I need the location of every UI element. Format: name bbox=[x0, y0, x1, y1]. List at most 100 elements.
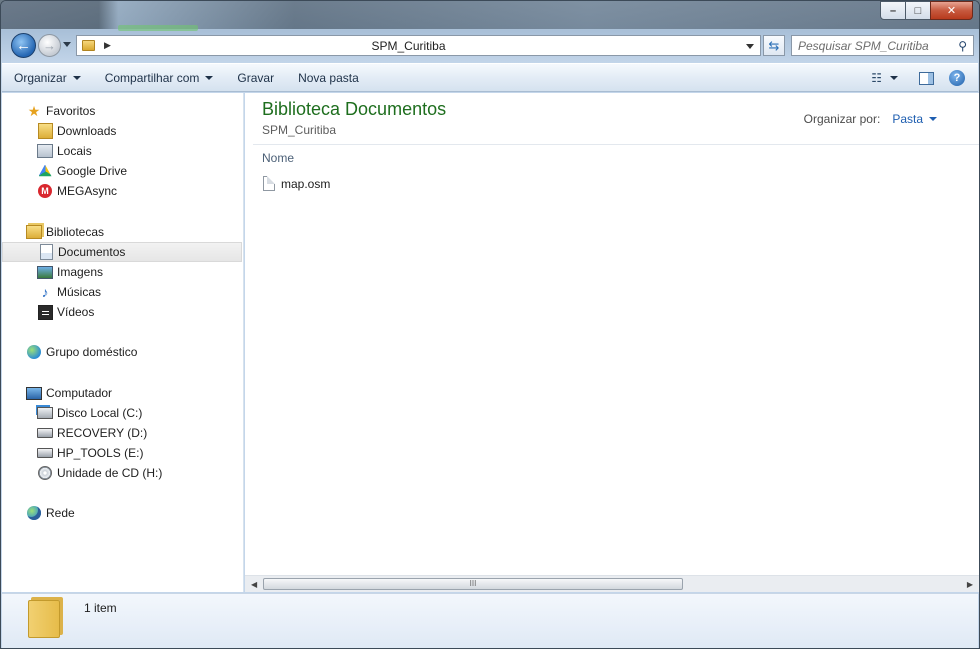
nav-cd-drive[interactable]: Unidade de CD (H:) bbox=[2, 463, 242, 483]
command-bar: Organizar Compartilhar com Gravar Nova p… bbox=[2, 63, 978, 92]
nav-network[interactable]: Rede bbox=[2, 503, 242, 523]
burn-label: Gravar bbox=[237, 70, 275, 85]
preview-pane-icon bbox=[918, 71, 934, 85]
nav-homegroup[interactable]: Grupo doméstico bbox=[2, 342, 242, 362]
organize-button[interactable]: Organizar bbox=[2, 67, 93, 89]
search-box[interactable]: ⚲ bbox=[791, 35, 974, 56]
new-folder-label: Nova pasta bbox=[298, 70, 359, 85]
preview-pane-button[interactable] bbox=[914, 67, 938, 89]
help-button[interactable]: ? bbox=[946, 67, 968, 89]
nav-label: Músicas bbox=[57, 285, 102, 299]
film-icon bbox=[37, 304, 53, 320]
image-icon bbox=[37, 264, 53, 280]
nav-label: Rede bbox=[46, 506, 75, 520]
mega-icon bbox=[37, 183, 53, 199]
nav-downloads[interactable]: Downloads bbox=[2, 121, 242, 141]
folder-icon bbox=[28, 600, 60, 638]
nav-label: Downloads bbox=[57, 124, 117, 138]
chevron-down-icon bbox=[72, 75, 81, 80]
address-row: ← → ▶ SPM_Curitiba ⇆ ⚲ bbox=[1, 31, 979, 61]
content-pane: Biblioteca Documentos SPM_Curitiba Organ… bbox=[245, 93, 979, 592]
horizontal-scrollbar[interactable]: ◀ III ▶ bbox=[245, 575, 979, 592]
drive-icon bbox=[37, 445, 53, 461]
address-path[interactable]: SPM_Curitiba bbox=[77, 39, 740, 53]
search-icon[interactable]: ⚲ bbox=[958, 39, 967, 53]
nav-label: Disco Local (C:) bbox=[57, 406, 143, 420]
nav-megasync[interactable]: MEGAsync bbox=[2, 181, 242, 201]
libraries-icon bbox=[26, 224, 42, 240]
arrange-by: Organizar por: Pasta bbox=[804, 112, 937, 126]
nav-label: Unidade de CD (H:) bbox=[57, 466, 163, 480]
nav-computer[interactable]: Computador bbox=[2, 383, 242, 403]
nav-label: MEGAsync bbox=[57, 184, 118, 198]
nav-disk-c[interactable]: Disco Local (C:) bbox=[2, 403, 242, 423]
recent-pages-dropdown[interactable] bbox=[63, 42, 71, 47]
nav-label: Documentos bbox=[58, 245, 126, 259]
address-dropdown-icon[interactable] bbox=[746, 44, 754, 49]
nav-google-drive[interactable]: Google Drive bbox=[2, 161, 242, 181]
back-button[interactable]: ← bbox=[11, 33, 36, 58]
view-list-icon: ☷ bbox=[871, 71, 882, 85]
maximize-button[interactable]: □ bbox=[905, 1, 931, 20]
search-input[interactable] bbox=[792, 36, 952, 55]
nav-label: Computador bbox=[46, 386, 113, 400]
arrow-right-icon: → bbox=[43, 38, 56, 53]
divider bbox=[253, 144, 979, 145]
recent-places-icon bbox=[37, 143, 53, 159]
caption-buttons: – □ ✕ bbox=[880, 1, 973, 20]
file-item[interactable]: map.osm bbox=[263, 176, 330, 191]
windows-drive-icon bbox=[37, 405, 53, 421]
nav-favorites[interactable]: ★ Favoritos bbox=[2, 101, 242, 121]
close-button[interactable]: ✕ bbox=[930, 1, 973, 20]
nav-label: Locais bbox=[57, 144, 92, 158]
nav-music[interactable]: ♪ Músicas bbox=[2, 282, 242, 302]
change-view-button[interactable]: ☷ bbox=[865, 67, 904, 89]
forward-button[interactable]: → bbox=[38, 34, 61, 57]
computer-icon bbox=[26, 385, 42, 401]
google-drive-icon bbox=[37, 163, 53, 179]
scrollbar-thumb[interactable]: III bbox=[263, 578, 683, 590]
nav-label: Bibliotecas bbox=[46, 225, 105, 239]
scroll-right-icon[interactable]: ▶ bbox=[967, 580, 973, 589]
network-icon bbox=[26, 505, 42, 521]
file-name: map.osm bbox=[281, 176, 331, 191]
minimize-button[interactable]: – bbox=[880, 1, 906, 20]
help-icon: ? bbox=[949, 70, 965, 86]
chevron-down-icon bbox=[890, 76, 898, 80]
address-bar[interactable]: ▶ SPM_Curitiba bbox=[76, 35, 761, 56]
item-count: 1 item bbox=[84, 601, 117, 615]
nav-locais[interactable]: Locais bbox=[2, 141, 242, 161]
organize-label: Organizar bbox=[14, 70, 67, 85]
scroll-left-icon[interactable]: ◀ bbox=[251, 580, 257, 589]
music-note-icon: ♪ bbox=[41, 284, 49, 300]
arrange-by-dropdown[interactable]: Pasta bbox=[892, 112, 937, 126]
nav-documents[interactable]: Documentos bbox=[2, 242, 242, 262]
nav-libraries[interactable]: Bibliotecas bbox=[2, 222, 242, 242]
new-folder-button[interactable]: Nova pasta bbox=[286, 67, 371, 89]
share-button[interactable]: Compartilhar com bbox=[93, 67, 226, 89]
downloads-folder-icon bbox=[37, 123, 53, 139]
nav-label: RECOVERY (D:) bbox=[57, 426, 148, 440]
library-title: Biblioteca Documentos bbox=[262, 99, 447, 119]
nav-label: HP_TOOLS (E:) bbox=[57, 446, 144, 460]
nav-videos[interactable]: Vídeos bbox=[2, 302, 242, 322]
arrange-label: Organizar por: bbox=[803, 112, 881, 126]
refresh-button[interactable]: ⇆ bbox=[763, 35, 785, 56]
nav-hp-tools[interactable]: HP_TOOLS (E:) bbox=[2, 443, 242, 463]
nav-label: Grupo doméstico bbox=[46, 345, 138, 359]
nav-label: Vídeos bbox=[57, 305, 95, 319]
library-subtitle: SPM_Curitiba bbox=[262, 123, 337, 137]
drive-icon bbox=[37, 425, 53, 441]
burn-button[interactable]: Gravar bbox=[225, 67, 286, 89]
document-icon bbox=[38, 244, 54, 260]
nav-label: Imagens bbox=[57, 265, 104, 279]
column-header-name[interactable]: Nome bbox=[262, 151, 294, 165]
homegroup-icon bbox=[26, 344, 42, 360]
arrange-value: Pasta bbox=[892, 112, 923, 126]
chevron-down-icon bbox=[929, 117, 937, 121]
library-header: Biblioteca Documentos SPM_Curitiba bbox=[262, 99, 446, 137]
nav-label: Google Drive bbox=[57, 164, 128, 178]
nav-images[interactable]: Imagens bbox=[2, 262, 242, 282]
nav-recovery[interactable]: RECOVERY (D:) bbox=[2, 423, 242, 443]
star-icon: ★ bbox=[27, 102, 41, 119]
